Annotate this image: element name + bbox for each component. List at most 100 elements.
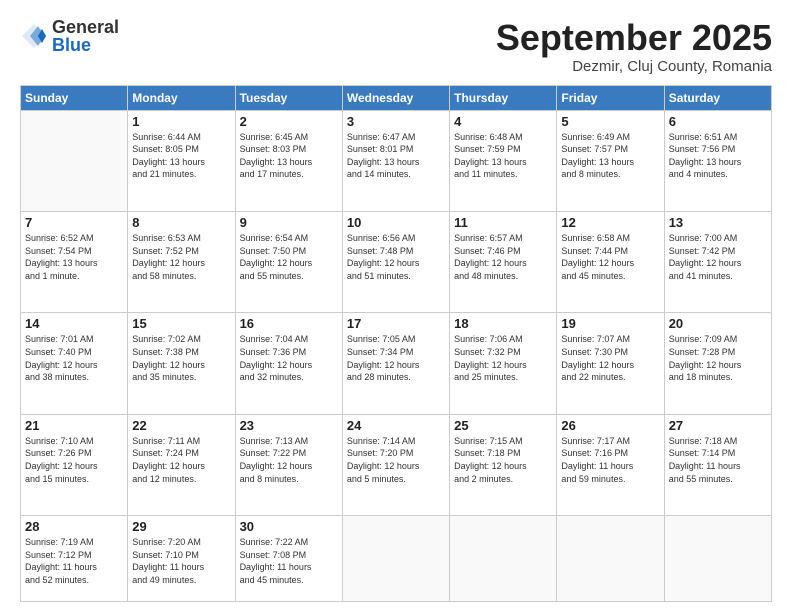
table-row: 3 Sunrise: 6:47 AM Sunset: 8:01 PM Daylig…	[342, 110, 449, 211]
day-number: 7	[25, 215, 123, 230]
day-number: 26	[561, 418, 659, 433]
day-number: 17	[347, 316, 445, 331]
day-info: Sunrise: 6:57 AM Sunset: 7:46 PM Dayligh…	[454, 232, 552, 282]
day-info: Sunrise: 6:56 AM Sunset: 7:48 PM Dayligh…	[347, 232, 445, 282]
logo-icon	[20, 22, 48, 50]
day-number: 10	[347, 215, 445, 230]
table-row: 22 Sunrise: 7:11 AM Sunset: 7:24 PM Dayli…	[128, 414, 235, 515]
day-info: Sunrise: 7:07 AM Sunset: 7:30 PM Dayligh…	[561, 333, 659, 383]
day-number: 14	[25, 316, 123, 331]
table-row: 16 Sunrise: 7:04 AM Sunset: 7:36 PM Dayli…	[235, 313, 342, 414]
day-info: Sunrise: 7:20 AM Sunset: 7:10 PM Dayligh…	[132, 536, 230, 586]
header: General Blue September 2025 Dezmir, Cluj…	[20, 18, 772, 75]
day-number: 16	[240, 316, 338, 331]
day-number: 28	[25, 519, 123, 534]
table-row	[342, 516, 449, 602]
day-info: Sunrise: 7:15 AM Sunset: 7:18 PM Dayligh…	[454, 435, 552, 485]
day-number: 20	[669, 316, 767, 331]
col-tuesday: Tuesday	[235, 85, 342, 110]
day-number: 24	[347, 418, 445, 433]
day-number: 19	[561, 316, 659, 331]
day-info: Sunrise: 7:02 AM Sunset: 7:38 PM Dayligh…	[132, 333, 230, 383]
day-info: Sunrise: 6:53 AM Sunset: 7:52 PM Dayligh…	[132, 232, 230, 282]
day-info: Sunrise: 6:48 AM Sunset: 7:59 PM Dayligh…	[454, 131, 552, 181]
table-row: 6 Sunrise: 6:51 AM Sunset: 7:56 PM Daylig…	[664, 110, 771, 211]
day-info: Sunrise: 7:22 AM Sunset: 7:08 PM Dayligh…	[240, 536, 338, 586]
col-monday: Monday	[128, 85, 235, 110]
table-row: 29 Sunrise: 7:20 AM Sunset: 7:10 PM Dayli…	[128, 516, 235, 602]
day-info: Sunrise: 6:58 AM Sunset: 7:44 PM Dayligh…	[561, 232, 659, 282]
table-row: 20 Sunrise: 7:09 AM Sunset: 7:28 PM Dayli…	[664, 313, 771, 414]
table-row: 5Sunrise: 6:49 AM Sunset: 7:57 PM Daylig…	[557, 110, 664, 211]
day-number: 8	[132, 215, 230, 230]
table-row: 30 Sunrise: 7:22 AM Sunset: 7:08 PM Dayli…	[235, 516, 342, 602]
logo-text: General Blue	[52, 18, 119, 54]
day-info: Sunrise: 7:09 AM Sunset: 7:28 PM Dayligh…	[669, 333, 767, 383]
table-row: 2 Sunrise: 6:45 AM Sunset: 8:03 PM Daylig…	[235, 110, 342, 211]
col-sunday: Sunday	[21, 85, 128, 110]
day-info: Sunrise: 7:19 AM Sunset: 7:12 PM Dayligh…	[25, 536, 123, 586]
day-info: Sunrise: 7:00 AM Sunset: 7:42 PM Dayligh…	[669, 232, 767, 282]
table-row: 24 Sunrise: 7:14 AM Sunset: 7:20 PM Dayli…	[342, 414, 449, 515]
location-subtitle: Dezmir, Cluj County, Romania	[496, 58, 772, 75]
day-info: Sunrise: 7:13 AM Sunset: 7:22 PM Dayligh…	[240, 435, 338, 485]
day-number: 11	[454, 215, 552, 230]
table-row: 19 Sunrise: 7:07 AM Sunset: 7:30 PM Dayli…	[557, 313, 664, 414]
table-row: 17Sunrise: 7:05 AM Sunset: 7:34 PM Dayli…	[342, 313, 449, 414]
day-info: Sunrise: 7:06 AM Sunset: 7:32 PM Dayligh…	[454, 333, 552, 383]
table-row: 15 Sunrise: 7:02 AM Sunset: 7:38 PM Dayli…	[128, 313, 235, 414]
day-number: 3	[347, 114, 445, 129]
day-info: Sunrise: 6:52 AM Sunset: 7:54 PM Dayligh…	[25, 232, 123, 282]
day-info: Sunrise: 6:47 AM Sunset: 8:01 PM Dayligh…	[347, 131, 445, 181]
day-info: Sunrise: 7:14 AM Sunset: 7:20 PM Dayligh…	[347, 435, 445, 485]
day-info: Sunrise: 7:04 AM Sunset: 7:36 PM Dayligh…	[240, 333, 338, 383]
table-row	[21, 110, 128, 211]
table-row: 14 Sunrise: 7:01 AM Sunset: 7:40 PM Dayli…	[21, 313, 128, 414]
day-info: Sunrise: 6:45 AM Sunset: 8:03 PM Dayligh…	[240, 131, 338, 181]
day-number: 4	[454, 114, 552, 129]
day-info: Sunrise: 6:51 AM Sunset: 7:56 PM Dayligh…	[669, 131, 767, 181]
table-row: 8 Sunrise: 6:53 AM Sunset: 7:52 PM Daylig…	[128, 212, 235, 313]
day-info: Sunrise: 7:10 AM Sunset: 7:26 PM Dayligh…	[25, 435, 123, 485]
day-number: 15	[132, 316, 230, 331]
month-title: September 2025	[496, 18, 772, 58]
table-row: 4 Sunrise: 6:48 AM Sunset: 7:59 PM Daylig…	[450, 110, 557, 211]
col-friday: Friday	[557, 85, 664, 110]
title-block: September 2025 Dezmir, Cluj County, Roma…	[496, 18, 772, 75]
table-row: 23Sunrise: 7:13 AM Sunset: 7:22 PM Dayli…	[235, 414, 342, 515]
logo-blue: Blue	[52, 36, 119, 54]
day-number: 2	[240, 114, 338, 129]
col-wednesday: Wednesday	[342, 85, 449, 110]
day-number: 21	[25, 418, 123, 433]
day-number: 18	[454, 316, 552, 331]
day-number: 25	[454, 418, 552, 433]
day-number: 12	[561, 215, 659, 230]
table-row: 18 Sunrise: 7:06 AM Sunset: 7:32 PM Dayli…	[450, 313, 557, 414]
day-number: 30	[240, 519, 338, 534]
table-row: 13 Sunrise: 7:00 AM Sunset: 7:42 PM Dayli…	[664, 212, 771, 313]
day-number: 22	[132, 418, 230, 433]
day-number: 6	[669, 114, 767, 129]
day-number: 1	[132, 114, 230, 129]
day-number: 29	[132, 519, 230, 534]
day-number: 9	[240, 215, 338, 230]
table-row: 9 Sunrise: 6:54 AM Sunset: 7:50 PM Daylig…	[235, 212, 342, 313]
calendar-page: General Blue September 2025 Dezmir, Cluj…	[0, 0, 792, 612]
day-info: Sunrise: 7:11 AM Sunset: 7:24 PM Dayligh…	[132, 435, 230, 485]
table-row: 28 Sunrise: 7:19 AM Sunset: 7:12 PM Dayli…	[21, 516, 128, 602]
day-info: Sunrise: 6:54 AM Sunset: 7:50 PM Dayligh…	[240, 232, 338, 282]
table-row: 1Sunrise: 6:44 AM Sunset: 8:05 PM Daylig…	[128, 110, 235, 211]
calendar-table: Sunday Monday Tuesday Wednesday Thursday…	[20, 85, 772, 602]
col-saturday: Saturday	[664, 85, 771, 110]
logo: General Blue	[20, 18, 119, 54]
table-row: 10 Sunrise: 6:56 AM Sunset: 7:48 PM Dayli…	[342, 212, 449, 313]
table-row: 26 Sunrise: 7:17 AM Sunset: 7:16 PM Dayli…	[557, 414, 664, 515]
table-row	[664, 516, 771, 602]
day-number: 13	[669, 215, 767, 230]
day-info: Sunrise: 6:49 AM Sunset: 7:57 PM Dayligh…	[561, 131, 659, 181]
day-info: Sunrise: 7:18 AM Sunset: 7:14 PM Dayligh…	[669, 435, 767, 485]
table-row: 11 Sunrise: 6:57 AM Sunset: 7:46 PM Dayli…	[450, 212, 557, 313]
day-info: Sunrise: 7:01 AM Sunset: 7:40 PM Dayligh…	[25, 333, 123, 383]
day-info: Sunrise: 7:17 AM Sunset: 7:16 PM Dayligh…	[561, 435, 659, 485]
logo-general: General	[52, 18, 119, 36]
